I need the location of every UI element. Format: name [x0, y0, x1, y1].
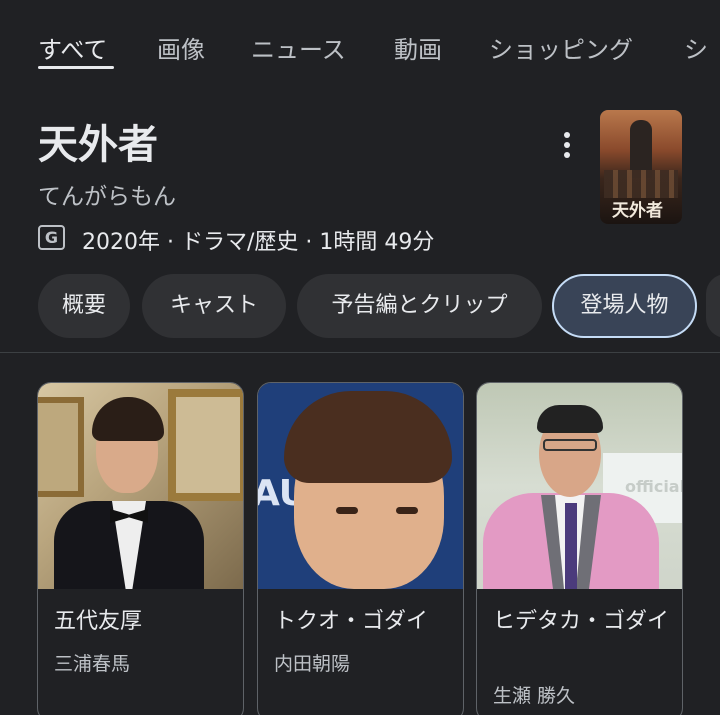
tab-news[interactable]: ニュース — [251, 30, 346, 65]
poster-crowd — [604, 170, 678, 198]
rating-badge: G — [38, 225, 65, 250]
active-tab-indicator — [38, 66, 114, 69]
character-name: トクオ・ゴダイ — [274, 609, 429, 634]
character-photo: official — [477, 383, 682, 589]
chip-overview[interactable]: 概要 — [38, 274, 130, 338]
entity-meta: 2020年 · ドラマ/歴史 · 1時間 49分 — [82, 230, 435, 255]
chip-characters[interactable]: 登場人物 — [552, 274, 697, 338]
character-name: ヒデタカ・ゴダイ — [493, 609, 670, 634]
tab-all[interactable]: すべて — [38, 30, 107, 65]
more-vert-icon[interactable] — [552, 124, 582, 164]
search-tabs: すべて 画像 ニュース 動画 ショッピング シ — [0, 0, 720, 86]
character-card[interactable]: AU トクオ・ゴダイ 内田朝陽 — [257, 382, 464, 715]
divider — [0, 352, 720, 353]
entity-subtitle: てんがらもん — [38, 184, 176, 210]
movie-poster[interactable]: 天外者 — [600, 110, 682, 224]
chip-cast[interactable]: キャスト — [142, 274, 286, 338]
entity-title: 天外者 — [38, 122, 158, 168]
character-card[interactable]: 五代友厚 三浦春馬 — [37, 382, 244, 715]
actor-name: 内田朝陽 — [274, 653, 351, 675]
actor-name: 三浦春馬 — [54, 653, 131, 675]
poster-title-text: 天外者 — [612, 201, 663, 221]
tab-videos[interactable]: 動画 — [394, 30, 442, 65]
character-card[interactable]: official ヒデタカ・ゴダイ 生瀬 勝久 — [476, 382, 683, 715]
actor-name: 生瀬 勝久 — [493, 685, 576, 707]
character-photo: AU — [258, 383, 463, 589]
tab-shopping[interactable]: ショッピング — [489, 30, 633, 65]
character-photo — [38, 383, 243, 589]
chip-next-partial[interactable] — [706, 274, 720, 338]
chip-trailers[interactable]: 予告編とクリップ — [297, 274, 542, 338]
tab-more-partial[interactable]: シ — [684, 30, 708, 65]
tab-images[interactable]: 画像 — [157, 30, 205, 65]
character-name: 五代友厚 — [54, 609, 143, 634]
